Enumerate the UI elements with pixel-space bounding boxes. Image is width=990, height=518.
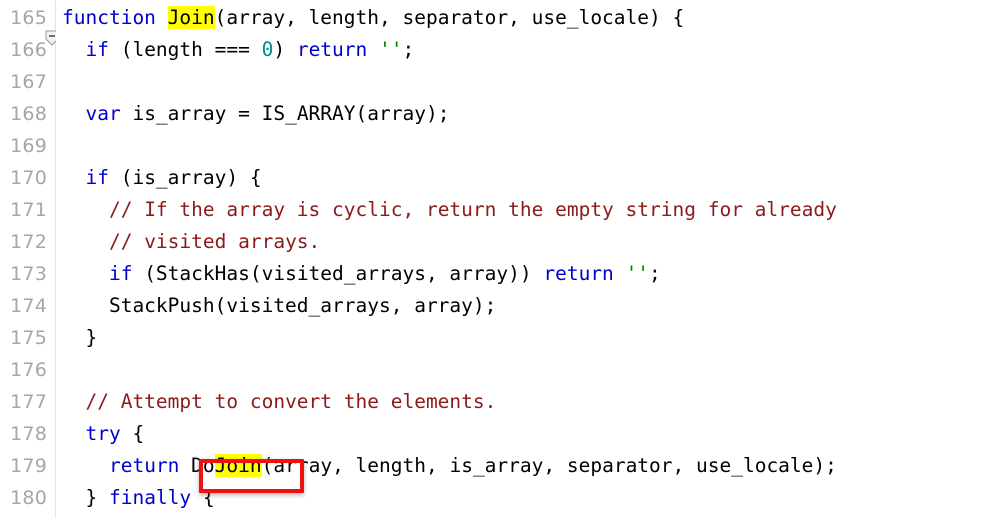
code-token: if <box>85 166 109 189</box>
code-line[interactable]: if (StackHas(visited_arrays, array)) ret… <box>56 258 990 290</box>
code-token: return <box>296 38 368 61</box>
code-content[interactable]: function Join(array, length, separator, … <box>56 0 990 518</box>
code-line[interactable]: var is_array = IS_ARRAY(array); <box>56 98 990 130</box>
code-token: // visited arrays. <box>108 230 321 253</box>
code-token: ; <box>649 262 661 285</box>
code-token: finally <box>108 486 192 509</box>
code-viewer: 165 166 167 168 169 170 171 172 173 174 175 176 177 1… <box>0 0 990 518</box>
code-token: Do <box>191 454 215 477</box>
code-line[interactable]: function Join(array, length, separator, … <box>56 2 990 34</box>
line-number: 167 <box>10 71 47 93</box>
code-token: } <box>62 326 98 349</box>
line-number: 174 <box>10 295 47 317</box>
line-number: 170 <box>10 167 47 189</box>
line-number: 169 <box>10 135 47 157</box>
code-line[interactable]: } <box>56 322 990 354</box>
line-number: 171 <box>10 199 47 221</box>
code-token: ) <box>273 38 297 61</box>
line-number: 179 <box>10 455 47 477</box>
code-token: try <box>85 422 121 445</box>
code-token: '' <box>379 38 403 61</box>
code-line[interactable]: // visited arrays. <box>56 226 990 258</box>
code-token: (is_array) { <box>108 166 262 189</box>
search-match: Join <box>167 6 215 29</box>
line-number: 165 <box>10 7 47 29</box>
code-token: (StackHas(visited_arrays, array)) <box>132 262 544 285</box>
code-token: // Attempt to convert the elements. <box>85 390 497 413</box>
code-line[interactable]: if (is_array) { <box>56 162 990 194</box>
code-token: (length === <box>108 38 262 61</box>
code-line[interactable]: return DoJoin(array, length, is_array, s… <box>56 450 990 482</box>
code-line[interactable]: // If the array is cyclic, return the em… <box>56 194 990 226</box>
code-token: ; <box>402 38 415 61</box>
code-line[interactable] <box>56 66 990 98</box>
code-token: // If the array is cyclic, return the em… <box>108 198 837 221</box>
line-number: 177 <box>10 391 47 413</box>
code-token: return <box>543 262 614 285</box>
code-token: function <box>62 6 168 29</box>
code-token: { <box>120 422 145 445</box>
code-token: '' <box>625 262 650 285</box>
line-number: 180 <box>10 487 47 509</box>
code-line[interactable]: if (length === 0) return ''; <box>56 34 990 66</box>
code-line[interactable]: } finally { <box>56 482 990 514</box>
code-line[interactable]: try { <box>56 418 990 450</box>
line-number: 175 <box>10 327 47 349</box>
code-line[interactable]: // Attempt to convert the elements. <box>56 386 990 418</box>
code-line[interactable] <box>56 354 990 386</box>
code-token: (array, length, separator, use_locale) { <box>214 6 685 29</box>
code-token: (array, length, is_array, separator, use… <box>261 454 837 477</box>
code-token: 0 <box>261 38 274 61</box>
line-number: 168 <box>10 103 47 125</box>
line-number: 178 <box>10 423 47 445</box>
line-number: 166 <box>10 39 47 61</box>
code-token: } <box>62 486 109 509</box>
code-token: if <box>108 262 133 285</box>
search-match: Join <box>214 454 262 477</box>
code-token: var <box>85 102 121 125</box>
code-token: return <box>108 454 180 477</box>
code-token: if <box>85 38 109 61</box>
code-line[interactable]: StackPush(visited_arrays, array); <box>56 290 990 322</box>
line-number: 172 <box>10 231 47 253</box>
code-token: { <box>191 486 215 509</box>
line-number-gutter: 165 166 167 168 169 170 171 172 173 174 175 176 177 1… <box>0 0 56 518</box>
line-number: 176 <box>10 359 47 381</box>
code-token: is_array = IS_ARRAY(array); <box>120 102 450 125</box>
code-line[interactable] <box>56 130 990 162</box>
code-token: StackPush(visited_arrays, array); <box>62 294 497 317</box>
line-number: 173 <box>10 263 47 285</box>
